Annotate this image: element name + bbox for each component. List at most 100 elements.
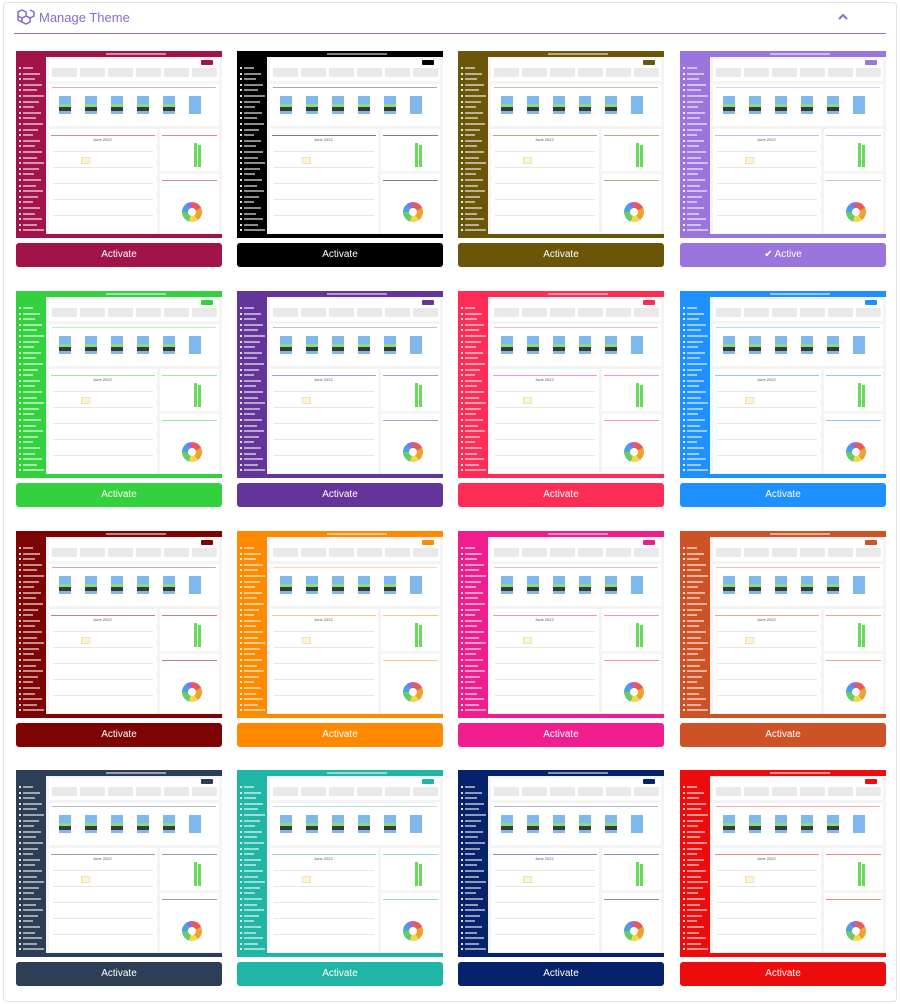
theme-preview[interactable]: June 2022 (16, 531, 222, 718)
preview-nav-dot (240, 703, 242, 706)
theme-preview[interactable]: June 2022 (237, 531, 443, 718)
preview-stat-card (494, 548, 519, 557)
preview-nav-item (687, 614, 697, 617)
activate-button[interactable]: Activate (680, 483, 886, 507)
preview-nav-item (687, 173, 698, 176)
activate-button[interactable]: Activate (680, 962, 886, 986)
active-theme-button[interactable]: ✔ Active (680, 243, 886, 267)
theme-card: June 2022 Activate (680, 291, 886, 507)
activate-button[interactable]: Activate (680, 723, 886, 747)
preview-stat-card (80, 68, 105, 77)
preview-attendance-chart (713, 564, 883, 606)
activate-button[interactable]: Activate (458, 483, 664, 507)
preview-bar (775, 351, 787, 354)
theme-preview[interactable]: June 2022 (458, 291, 664, 478)
preview-nav-item (23, 692, 35, 695)
preview-nav-item (687, 78, 699, 81)
preview-nav-item (23, 642, 44, 645)
preview-nav-item (465, 374, 475, 377)
theme-preview[interactable]: June 2022 (16, 291, 222, 478)
preview-bar (775, 576, 787, 584)
activate-button[interactable]: Activate (16, 243, 222, 267)
preview-nav-dot (461, 469, 463, 472)
preview-nav-dot (19, 914, 21, 917)
preview-sidebar (458, 770, 488, 957)
activate-button[interactable]: Activate (16, 483, 222, 507)
theme-preview[interactable]: June 2022 (680, 51, 886, 238)
preview-nav-item (244, 452, 256, 455)
activate-button[interactable]: Activate (237, 243, 443, 267)
preview-nav-dot (683, 83, 685, 86)
preview-nav-item (23, 452, 35, 455)
activate-button[interactable]: Activate (16, 723, 222, 747)
preview-nav-item (465, 575, 486, 577)
preview-nav-dot (461, 597, 463, 600)
preview-nav-item (465, 106, 476, 109)
preview-nav-dot (683, 134, 685, 137)
theme-preview[interactable]: June 2022 (237, 51, 443, 238)
preview-nav-dot (19, 942, 21, 945)
preview-nav-dot (19, 647, 21, 650)
preview-accent-line (52, 567, 216, 568)
theme-preview[interactable]: June 2022 (458, 531, 664, 718)
theme-preview[interactable]: June 2022 (16, 51, 222, 238)
preview-nav-dot (683, 72, 685, 75)
preview-bar (137, 576, 149, 584)
preview-nav-dot (683, 687, 685, 689)
activate-button[interactable]: Activate (458, 962, 664, 986)
preview-nav-item (687, 218, 706, 221)
preview-calendar-row (274, 647, 374, 648)
preview-nav-dot (240, 808, 242, 811)
theme-grid: June 2022 Activate June 2022 Activate June 2… (0, 0, 900, 1004)
theme-card: June 2022 Activate (16, 770, 222, 986)
preview-accent-line (51, 135, 155, 136)
theme-preview[interactable]: June 2022 (458, 51, 664, 238)
preview-nav-item (687, 580, 703, 583)
preview-bar (631, 96, 643, 114)
preview-nav-item (465, 151, 484, 153)
preview-nav-item (465, 402, 486, 405)
preview-user-type-chart (160, 174, 219, 233)
preview-accent-button (865, 300, 877, 305)
preview-nav-item (244, 179, 262, 181)
activate-button[interactable]: Activate (237, 483, 443, 507)
preview-nav-item (687, 340, 703, 343)
preview-nav-item (687, 547, 697, 549)
preview-nav-dot (19, 117, 21, 120)
activate-button[interactable]: Activate (237, 962, 443, 986)
preview-logo (461, 294, 485, 303)
theme-preview[interactable]: June 2022 (680, 531, 886, 718)
preview-calendar-today (523, 637, 532, 644)
preview-calendar-row (717, 167, 817, 168)
theme-preview[interactable]: June 2022 (680, 291, 886, 478)
preview-nav-item (687, 591, 705, 594)
activate-button[interactable]: Activate (458, 243, 664, 267)
preview-accent-line (715, 375, 819, 376)
preview-calendar-row (495, 407, 595, 408)
preview-nav-dot (240, 842, 242, 844)
preview-nav-item (465, 931, 477, 934)
theme-preview[interactable]: June 2022 (458, 770, 664, 957)
activate-button[interactable]: Activate (237, 723, 443, 747)
preview-bar (501, 591, 513, 594)
theme-preview[interactable]: June 2022 (680, 770, 886, 957)
preview-nav-dot (461, 145, 463, 148)
preview-nav-item (244, 659, 262, 661)
theme-preview[interactable]: June 2022 (237, 770, 443, 957)
preview-nav-item (244, 898, 262, 900)
preview-nav-dot (240, 614, 242, 617)
preview-nav-item (465, 368, 480, 371)
preview-member-chart (602, 369, 661, 411)
preview-nav-dot (19, 569, 21, 572)
preview-nav-item (244, 563, 263, 566)
preview-nav-item (687, 184, 700, 187)
theme-preview[interactable]: June 2022 (16, 770, 222, 957)
preview-stat-card (494, 68, 519, 77)
preview-bar (384, 830, 396, 833)
preview-bar (605, 576, 617, 584)
preview-nav-item (23, 329, 37, 332)
theme-preview[interactable]: June 2022 (237, 291, 443, 478)
activate-button[interactable]: Activate (16, 962, 222, 986)
activate-button[interactable]: Activate (458, 723, 664, 747)
preview-bar (827, 576, 839, 584)
